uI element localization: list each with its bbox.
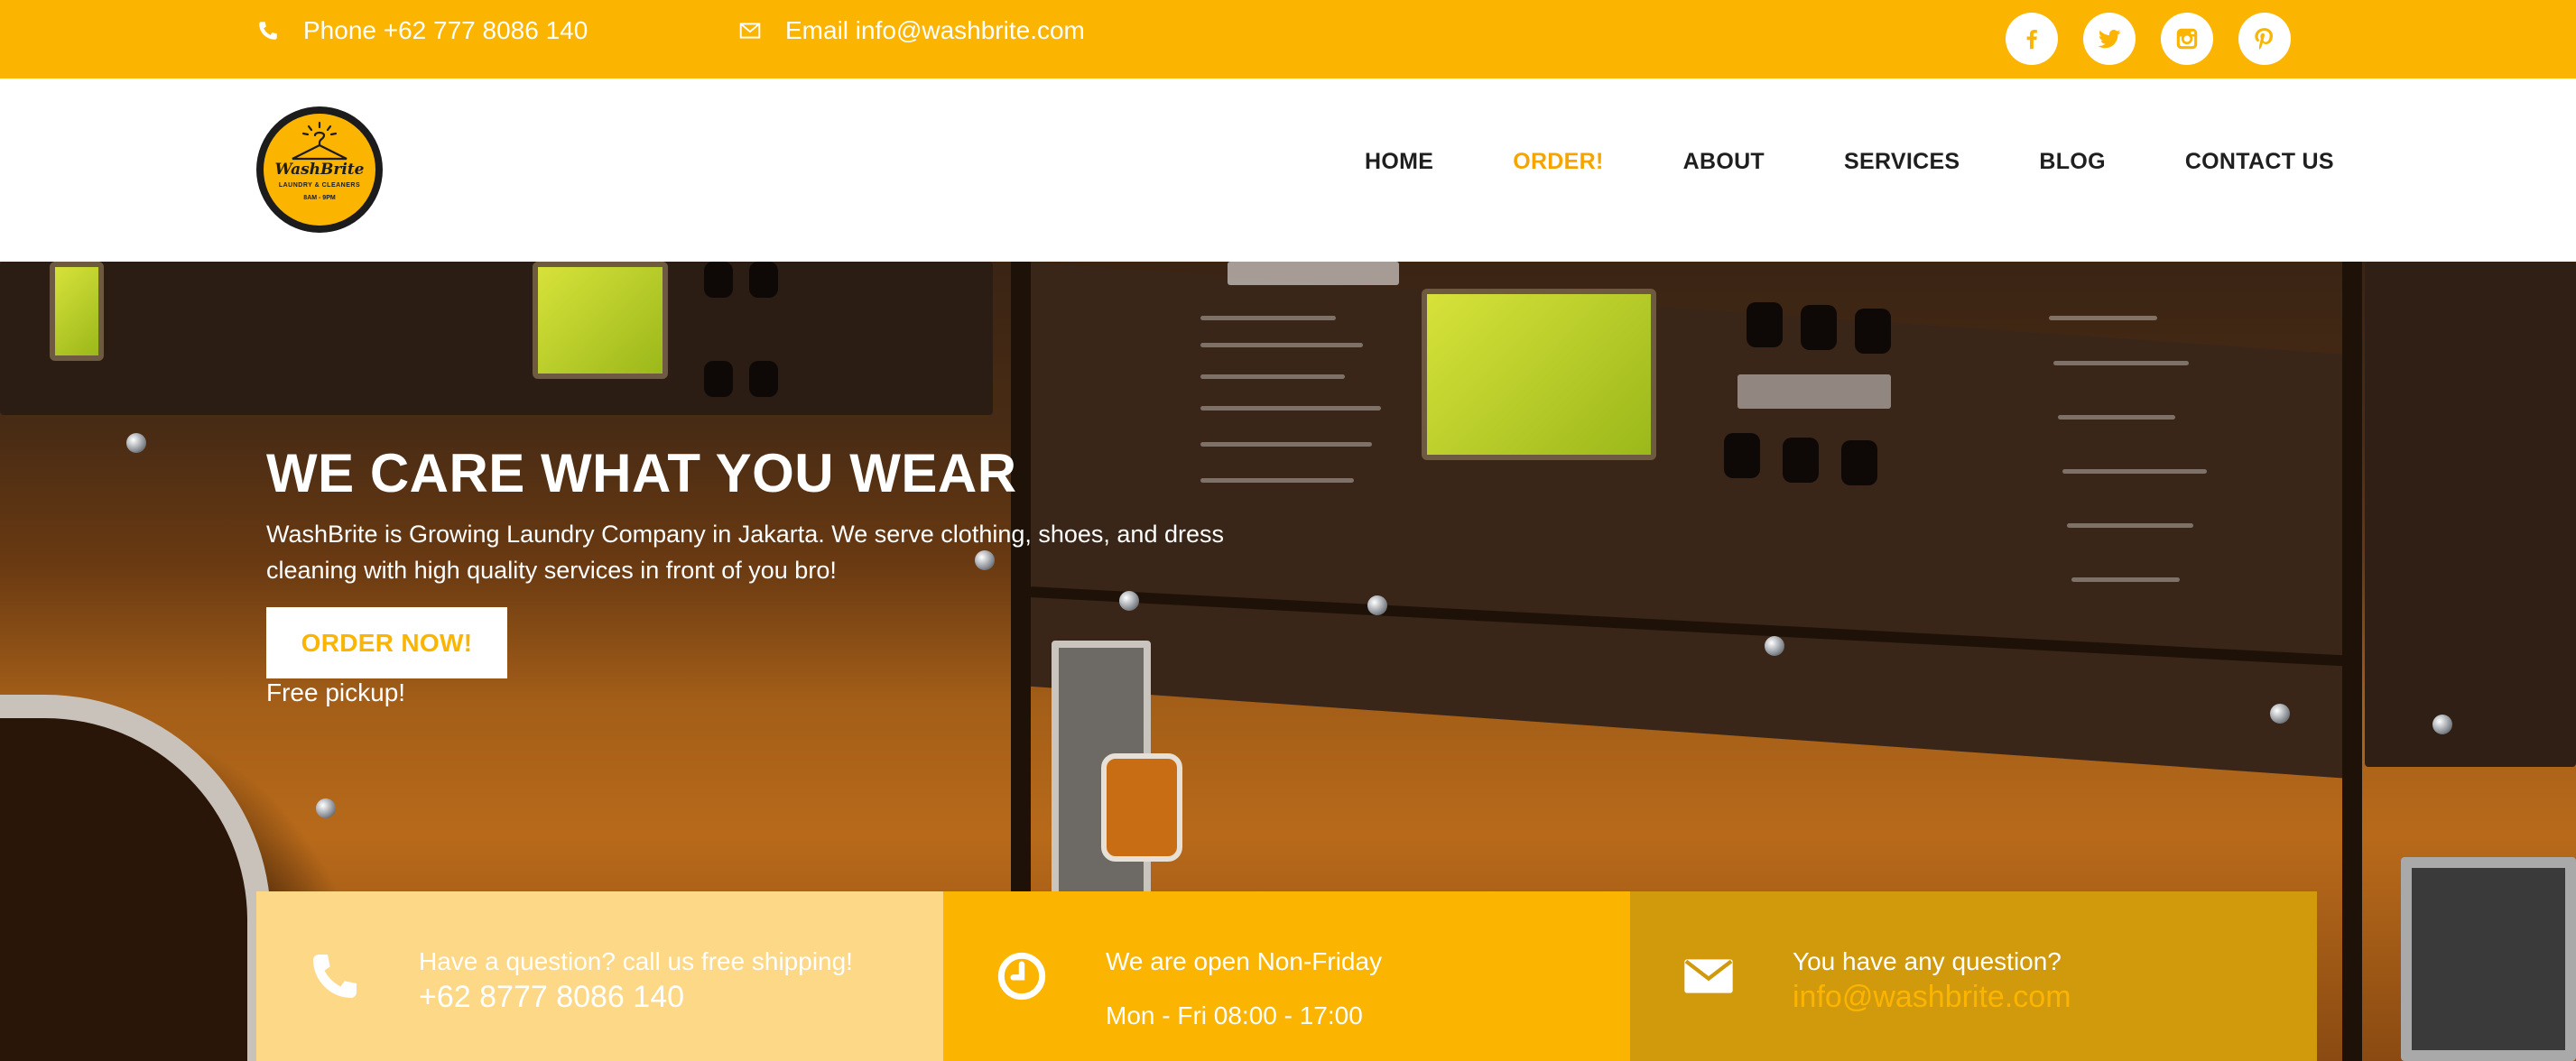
machine-door	[2401, 857, 2576, 1061]
nav-home[interactable]: HOME	[1365, 149, 1433, 175]
machine-label	[1200, 316, 1336, 320]
phone-contact[interactable]: Phone +62 777 8086 140	[256, 16, 588, 45]
logo-hours: 8AM - 9PM	[303, 195, 336, 201]
machine-panel	[0, 262, 993, 415]
hero-description: WashBrite is Growing Laundry Company in …	[266, 521, 1224, 584]
envelope-icon	[1684, 959, 1733, 993]
machine-display	[1422, 289, 1656, 460]
machine-knob	[749, 262, 778, 298]
machine-display	[50, 262, 104, 361]
main-nav: HOME ORDER! ABOUT SERVICES BLOG CONTACT …	[1365, 149, 2334, 175]
machine-label	[1200, 374, 1345, 379]
machine-rivet	[1765, 636, 1784, 656]
phone-icon	[313, 955, 357, 998]
site-header: WashBrite LAUNDRY & CLEANERS 8AM - 9PM H…	[0, 78, 2576, 262]
machine-rivet	[126, 433, 146, 453]
machine-rivet	[2432, 715, 2452, 734]
nav-blog[interactable]: BLOG	[2039, 149, 2105, 175]
info-box-email: You have any question? info@washbrite.co…	[1630, 891, 2317, 1061]
machine-knob	[749, 361, 778, 397]
info-box-phone: Have a question? call us free shipping! …	[256, 891, 943, 1061]
phone-label: Phone +62 777 8086 140	[303, 16, 588, 44]
machine-knob	[1724, 433, 1760, 478]
machine-knob	[1783, 438, 1819, 483]
machine-seam	[2342, 262, 2362, 1061]
machine-handle	[1101, 753, 1182, 862]
machine-panel	[2365, 262, 2576, 767]
machine-label	[1228, 262, 1399, 285]
machine-label	[2071, 577, 2180, 582]
machine-label	[2053, 361, 2189, 365]
machine-label	[1200, 343, 1363, 347]
machine-label	[1200, 442, 1372, 447]
info-email-link[interactable]: info@washbrite.com	[1793, 980, 2071, 1015]
nav-contact-us[interactable]: CONTACT US	[2185, 149, 2334, 175]
info-phone-number[interactable]: +62 8777 8086 140	[419, 980, 684, 1015]
email-contact[interactable]: Email info@washbrite.com	[738, 16, 1085, 45]
site-logo[interactable]: WashBrite LAUNDRY & CLEANERS 8AM - 9PM	[256, 106, 383, 233]
instagram-link[interactable]	[2161, 13, 2213, 65]
logo-tagline: LAUNDRY & CLEANERS	[278, 182, 361, 189]
info-hours-value: Mon - Fri 08:00 - 17:00	[1106, 1001, 1363, 1029]
machine-label	[2049, 316, 2157, 320]
machine-label	[2062, 469, 2207, 474]
machine-rivet	[1367, 595, 1387, 615]
phone-icon	[259, 22, 277, 40]
instagram-icon	[2176, 28, 2198, 50]
machine-label	[2058, 415, 2175, 420]
machine-rivet	[316, 798, 336, 818]
hero-title: WE CARE WHAT YOU WEAR	[266, 443, 1017, 503]
info-phone-heading: Have a question? call us free shipping!	[419, 947, 853, 975]
machine-rivet	[1119, 591, 1139, 611]
info-email-heading: You have any question?	[1793, 947, 2062, 975]
hanger-icon	[292, 121, 347, 161]
nav-about[interactable]: ABOUT	[1683, 149, 1765, 175]
facebook-link[interactable]	[2006, 13, 2058, 65]
machine-label	[1200, 478, 1354, 483]
email-label: Email info@washbrite.com	[785, 16, 1085, 44]
pinterest-icon	[2255, 28, 2273, 50]
machine-knob	[1855, 309, 1891, 354]
machine-knob	[704, 262, 733, 298]
machine-label	[1737, 374, 1891, 409]
machine-label	[1200, 406, 1381, 411]
pinterest-link[interactable]	[2238, 13, 2291, 65]
twitter-link[interactable]	[2083, 13, 2136, 65]
order-now-button[interactable]: ORDER NOW!	[266, 607, 507, 678]
machine-label	[2067, 523, 2193, 528]
machine-display	[533, 262, 668, 379]
nav-services[interactable]: SERVICES	[1844, 149, 1960, 175]
nav-order[interactable]: ORDER!	[1513, 149, 1603, 175]
twitter-icon	[2098, 30, 2121, 49]
machine-knob	[1747, 302, 1783, 347]
top-bar: Phone +62 777 8086 140 Email info@washbr…	[0, 0, 2576, 78]
envelope-icon	[739, 23, 761, 39]
machine-knob	[1801, 305, 1837, 350]
machine-knob	[1841, 440, 1877, 485]
info-box-hours: We are open Non-Friday Mon - Fri 08:00 -…	[943, 891, 1630, 1061]
machine-door	[0, 695, 271, 1061]
logo-badge: WashBrite LAUNDRY & CLEANERS 8AM - 9PM	[264, 114, 375, 226]
info-hours-heading: We are open Non-Friday	[1106, 947, 1383, 975]
machine-knob	[704, 361, 733, 397]
free-pickup-note: Free pickup!	[266, 678, 406, 706]
social-links	[2006, 13, 2316, 65]
facebook-icon	[2026, 30, 2037, 50]
clock-icon	[997, 952, 1046, 1001]
machine-rivet	[2270, 704, 2290, 724]
logo-brand: WashBrite	[274, 161, 365, 179]
